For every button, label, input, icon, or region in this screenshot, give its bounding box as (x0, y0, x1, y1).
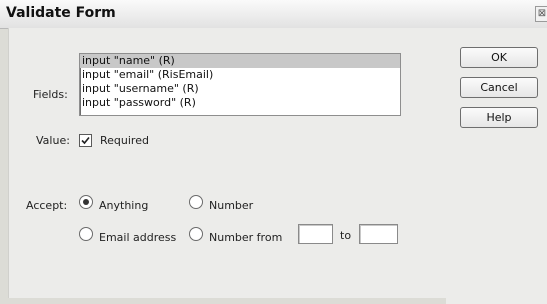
help-button[interactable]: Help (460, 107, 538, 128)
list-item[interactable]: input "username" (R) (80, 82, 400, 96)
checkmark-icon (81, 136, 90, 145)
accept-label: Accept: (26, 199, 68, 212)
radio-number[interactable] (189, 195, 203, 209)
radio-anything[interactable] (79, 195, 93, 209)
required-checkbox[interactable] (79, 134, 92, 147)
number-to-input[interactable] (359, 224, 398, 244)
required-label: Required (100, 134, 149, 147)
radio-email-address[interactable] (79, 227, 93, 241)
ok-button[interactable]: OK (460, 47, 538, 68)
number-from-input[interactable] (298, 224, 333, 244)
radio-number-from-label: Number from (209, 231, 283, 244)
radio-number-label: Number (209, 199, 254, 212)
button-panel (446, 28, 547, 304)
radio-anything-label: Anything (99, 199, 149, 212)
value-label: Value: (36, 134, 70, 147)
list-item[interactable]: input "email" (RisEmail) (80, 68, 400, 82)
close-icon[interactable]: ⊠ (535, 6, 547, 22)
radio-selected-dot (83, 199, 89, 205)
radio-email-address-label: Email address (99, 231, 177, 244)
radio-number-from[interactable] (189, 227, 203, 241)
title-bar: Validate Form ⊠ (0, 0, 547, 29)
fields-label: Fields: (33, 88, 68, 101)
list-item[interactable]: input "password" (R) (80, 96, 400, 110)
cancel-button[interactable]: Cancel (460, 77, 538, 98)
window-title: Validate Form (6, 5, 116, 21)
list-item[interactable]: input "name" (R) (80, 54, 400, 68)
to-label: to (340, 229, 352, 242)
fields-listbox[interactable]: input "name" (R) input "email" (RisEmail… (79, 53, 401, 116)
